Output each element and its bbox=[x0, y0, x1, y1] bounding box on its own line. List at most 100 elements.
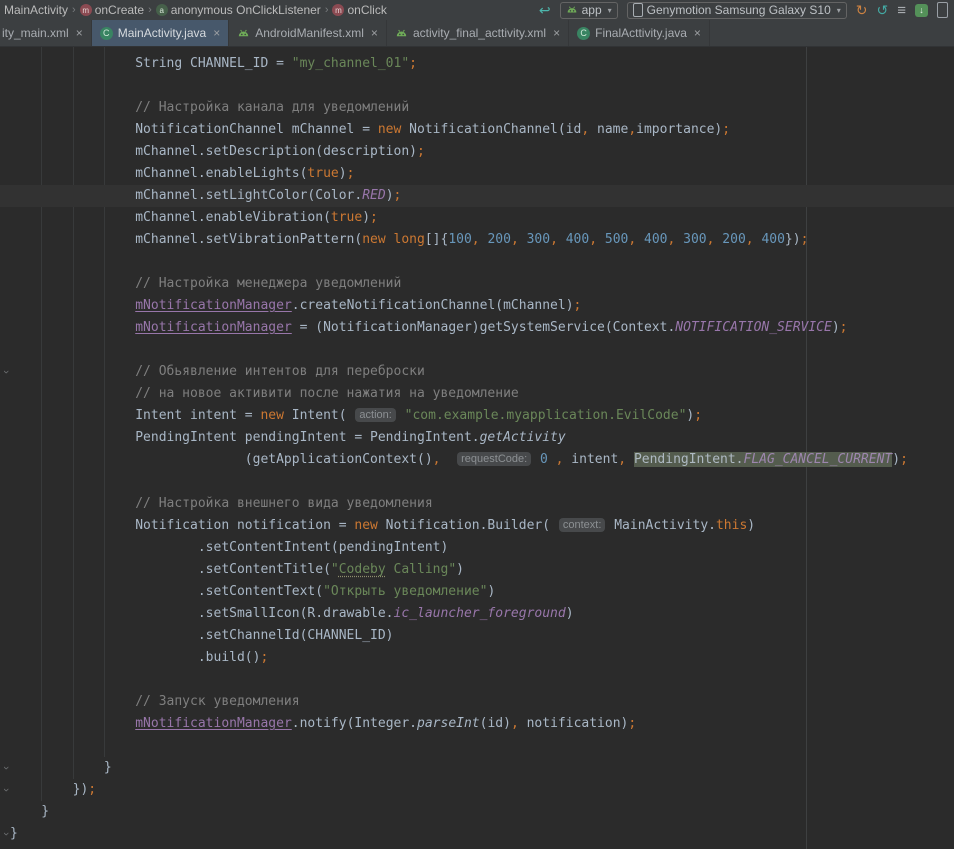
breadcrumb-separator: › bbox=[325, 4, 329, 16]
fold-marker[interactable]: › bbox=[1, 757, 10, 779]
fold-marker[interactable]: › bbox=[1, 779, 10, 801]
code-line: // Настройка внешнего вида уведомления bbox=[0, 493, 954, 515]
close-icon[interactable]: × bbox=[371, 26, 378, 40]
navigate-back-icon[interactable]: ↩ bbox=[539, 3, 551, 17]
code-line: .build(); bbox=[0, 647, 954, 669]
code-line bbox=[0, 339, 954, 361]
breadcrumb-separator: › bbox=[72, 4, 76, 16]
breadcrumb-label: anonymous OnClickListener bbox=[171, 3, 321, 17]
close-icon[interactable]: × bbox=[76, 26, 83, 40]
code-lines: String CHANNEL_ID = "my_channel_01"; // … bbox=[0, 53, 954, 845]
breadcrumb-label: onCreate bbox=[95, 3, 144, 17]
code-line: PendingIntent pendingIntent = PendingInt… bbox=[0, 427, 954, 449]
close-icon[interactable]: × bbox=[553, 26, 560, 40]
phone-icon bbox=[633, 3, 643, 17]
run-config-label: app bbox=[582, 3, 602, 17]
breadcrumb-label: MainActivity bbox=[4, 3, 68, 17]
editor-tabs: ity_main.xml×CMainActivity.java×AndroidM… bbox=[0, 20, 954, 47]
breadcrumb-label: onClick bbox=[347, 3, 386, 17]
code-line bbox=[0, 669, 954, 691]
device-manager-icon[interactable] bbox=[937, 2, 948, 18]
code-line: .setContentText("Открыть уведомление") bbox=[0, 581, 954, 603]
code-line: mNotificationManager = (NotificationMana… bbox=[0, 317, 954, 339]
method-icon: m bbox=[332, 4, 344, 16]
code-line: Intent intent = new Intent( action: "com… bbox=[0, 405, 954, 427]
breadcrumb-separator: › bbox=[148, 4, 152, 16]
run-config-dropdown[interactable]: app ▾ bbox=[560, 2, 618, 19]
code-line: String CHANNEL_ID = "my_channel_01"; bbox=[0, 53, 954, 75]
code-line: mNotificationManager.createNotificationC… bbox=[0, 295, 954, 317]
tab-label: ity_main.xml bbox=[2, 26, 69, 40]
code-line: .setContentTitle("Codeby Calling") bbox=[0, 559, 954, 581]
tab-activity-final-acttivity-xml[interactable]: activity_final_acttivity.xml × bbox=[387, 20, 569, 46]
code-line: mChannel.setVibrationPattern(new long[]{… bbox=[0, 229, 954, 251]
navigation-bar: MainActivity›monCreate›aanonymous OnClic… bbox=[0, 0, 954, 20]
method-icon: m bbox=[80, 4, 92, 16]
parameter-hint: context: bbox=[559, 518, 606, 532]
sdk-manager-icon[interactable]: ↓ bbox=[915, 4, 928, 17]
parameter-hint: requestCode: bbox=[457, 452, 531, 466]
logcat-icon[interactable]: ≡ bbox=[897, 3, 906, 18]
tab-label: FinalActtivity.java bbox=[595, 26, 687, 40]
android-icon bbox=[566, 4, 578, 16]
close-icon[interactable]: × bbox=[213, 26, 220, 40]
breadcrumb-item-onclick[interactable]: monClick bbox=[330, 3, 388, 17]
code-line: // на новое активити после нажатия на ув… bbox=[0, 383, 954, 405]
code-line: .setSmallIcon(R.drawable.ic_launcher_for… bbox=[0, 603, 954, 625]
android-studio-window: MainActivity›monCreate›aanonymous OnClic… bbox=[0, 0, 954, 849]
tab-ity-main-xml[interactable]: ity_main.xml × bbox=[0, 20, 92, 46]
tab-label: activity_final_acttivity.xml bbox=[413, 26, 546, 40]
chevron-icon: › bbox=[0, 370, 11, 374]
fold-marker[interactable]: › bbox=[1, 823, 10, 845]
device-label: Genymotion Samsung Galaxy S10 bbox=[647, 3, 831, 17]
code-line: }); bbox=[0, 779, 954, 801]
breadcrumb-item-mainactivity[interactable]: MainActivity bbox=[2, 3, 70, 17]
chevron-icon: › bbox=[0, 766, 11, 770]
chevron-icon: › bbox=[0, 788, 11, 792]
code-line: .setContentIntent(pendingIntent) bbox=[0, 537, 954, 559]
code-line bbox=[0, 251, 954, 273]
code-line: // Обьявление интентов для переброски bbox=[0, 361, 954, 383]
code-line bbox=[0, 471, 954, 493]
apply-changes-icon[interactable]: ↻ bbox=[856, 3, 868, 17]
android-icon bbox=[395, 27, 408, 40]
code-line: mChannel.enableVibration(true); bbox=[0, 207, 954, 229]
fold-marker[interactable]: › bbox=[1, 361, 10, 383]
close-icon[interactable]: × bbox=[694, 26, 701, 40]
android-icon bbox=[237, 27, 250, 40]
device-dropdown[interactable]: Genymotion Samsung Galaxy S10 ▾ bbox=[627, 2, 847, 19]
code-line: // Настройка канала для уведомлений bbox=[0, 97, 954, 119]
code-line bbox=[0, 735, 954, 757]
parameter-hint: action: bbox=[355, 408, 395, 422]
code-line: mChannel.enableLights(true); bbox=[0, 163, 954, 185]
code-line: mNotificationManager.notify(Integer.pars… bbox=[0, 713, 954, 735]
code-line: mChannel.setLightColor(Color.RED); bbox=[0, 185, 954, 207]
code-line: } bbox=[0, 801, 954, 823]
breadcrumb-item-oncreate[interactable]: monCreate bbox=[78, 3, 146, 17]
run-toolbar: ↩ app ▾ Genymotion Samsung Galaxy S10 ▾ … bbox=[539, 2, 948, 19]
code-line bbox=[0, 75, 954, 97]
anonymous-class-icon: a bbox=[156, 4, 168, 16]
code-line: Notification notification = new Notifica… bbox=[0, 515, 954, 537]
code-line: // Настройка менеджера уведомлений bbox=[0, 273, 954, 295]
tab-label: MainActivity.java bbox=[118, 26, 206, 40]
chevron-down-icon: ▾ bbox=[837, 6, 841, 15]
code-line: NotificationChannel mChannel = new Notif… bbox=[0, 119, 954, 141]
tab-finalacttivity-java[interactable]: CFinalActtivity.java× bbox=[569, 20, 710, 46]
code-line: } bbox=[0, 823, 954, 845]
java-class-icon: C bbox=[100, 27, 113, 40]
tab-androidmanifest-xml[interactable]: AndroidManifest.xml × bbox=[229, 20, 387, 46]
code-line: // Запуск уведомления bbox=[0, 691, 954, 713]
code-line: .setChannelId(CHANNEL_ID) bbox=[0, 625, 954, 647]
code-line: (getApplicationContext(), requestCode: 0… bbox=[0, 449, 954, 471]
code-line: mChannel.setDescription(description); bbox=[0, 141, 954, 163]
code-line: } bbox=[0, 757, 954, 779]
tab-mainactivity-java[interactable]: C MainActivity.java × bbox=[92, 20, 230, 46]
breadcrumb: MainActivity›monCreate›aanonymous OnClic… bbox=[2, 3, 389, 17]
chevron-down-icon: ▾ bbox=[608, 6, 612, 15]
code-editor[interactable]: String CHANNEL_ID = "my_channel_01"; // … bbox=[0, 47, 954, 849]
breadcrumb-item-anonymous-onclicklistener[interactable]: aanonymous OnClickListener bbox=[154, 3, 323, 17]
attach-debugger-icon[interactable]: ↺ bbox=[877, 3, 889, 17]
tab-label: AndroidManifest.xml bbox=[255, 26, 364, 40]
chevron-icon: › bbox=[0, 832, 11, 836]
